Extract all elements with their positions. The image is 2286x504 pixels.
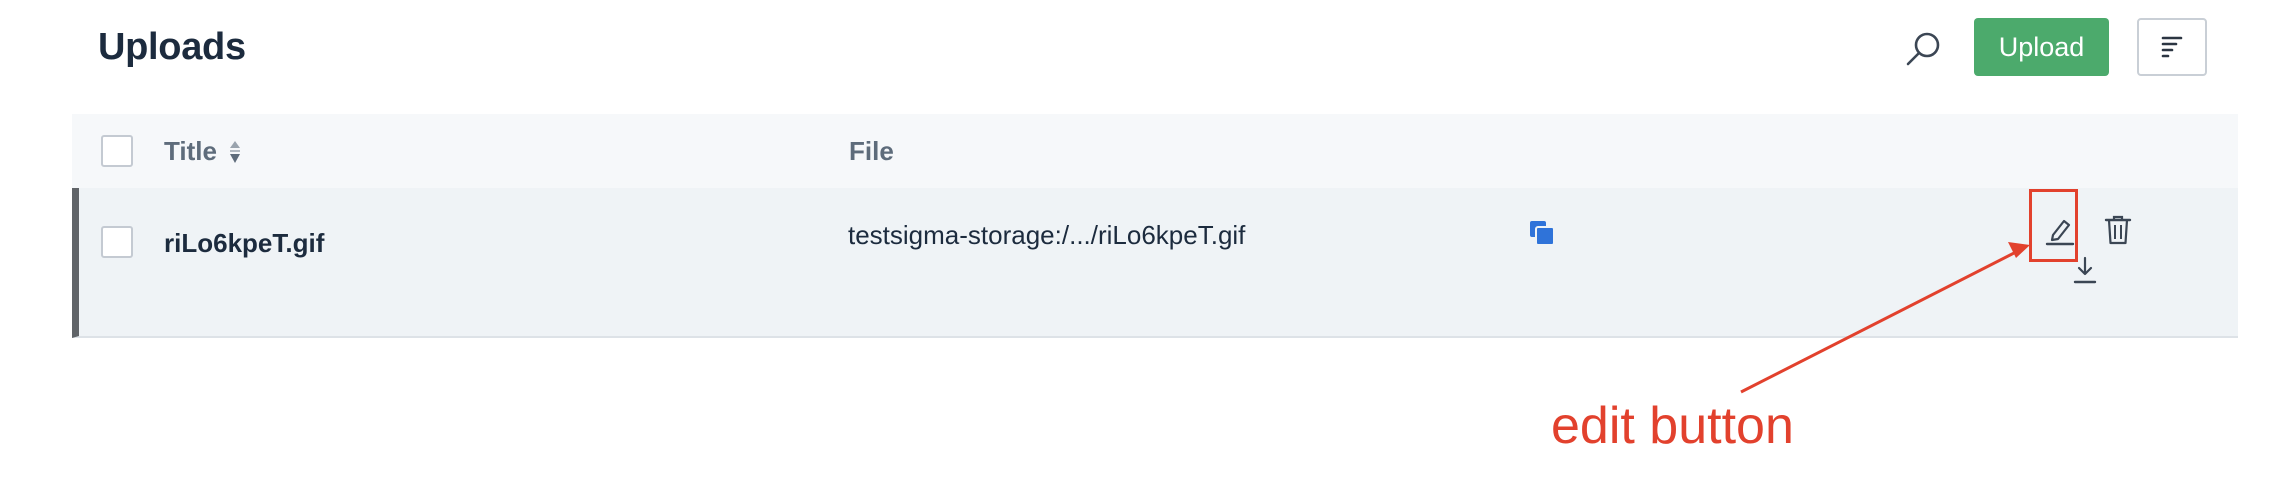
annotation-arrow — [1740, 242, 2030, 394]
annotation-label: edit button — [1551, 397, 1794, 455]
